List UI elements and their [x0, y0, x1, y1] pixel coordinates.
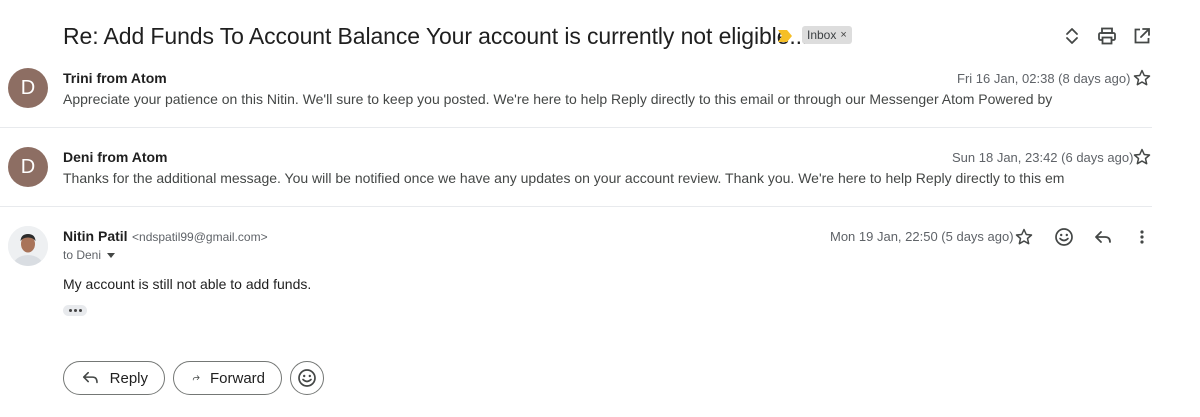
sender-email: <ndspatil99@gmail.com> — [132, 230, 268, 244]
forward-button[interactable]: Forward — [173, 361, 282, 395]
importance-marker-icon[interactable] — [778, 29, 792, 42]
forward-button-label: Forward — [209, 369, 265, 387]
emoji-icon[interactable] — [1054, 227, 1074, 247]
message-date: Fri 16 Jan, 02:38 (8 days ago) — [957, 71, 1131, 86]
print-icon[interactable] — [1096, 25, 1118, 47]
avatar[interactable]: D — [8, 147, 48, 187]
message-divider — [0, 127, 1152, 128]
avatar-photo[interactable] — [8, 226, 48, 266]
email-subject: Re: Add Funds To Account Balance Your ac… — [63, 23, 809, 49]
open-in-new-window-icon[interactable] — [1131, 25, 1153, 47]
reply-button[interactable]: Reply — [63, 361, 165, 395]
message-date: Sun 18 Jan, 23:42 (6 days ago) — [952, 150, 1134, 165]
label-chip-inbox: Inbox × — [802, 26, 852, 44]
recipients-text: to Deni — [63, 248, 102, 262]
more-vert-icon[interactable] — [1132, 227, 1152, 247]
emoji-reaction-button[interactable] — [290, 361, 324, 395]
ellipsis-icon[interactable] — [63, 305, 87, 316]
emoji-icon — [298, 369, 316, 387]
message-snippet[interactable]: Appreciate your patience on this Nitin. … — [63, 91, 1052, 107]
avatar[interactable]: D — [8, 68, 48, 108]
sender-name: Trini from Atom — [63, 70, 167, 86]
message-date: Mon 19 Jan, 22:50 (5 days ago) — [830, 229, 1014, 244]
star-icon[interactable] — [1132, 147, 1152, 167]
reply-icon[interactable] — [1093, 227, 1113, 247]
recipients-toggle[interactable]: to Deni — [63, 248, 116, 262]
expanded-header: Nitin Patil <ndspatil99@gmail.com> — [63, 228, 268, 246]
dropdown-caret-icon — [107, 252, 116, 258]
message-body: My account is still not able to add fund… — [63, 276, 312, 292]
reply-icon — [82, 371, 98, 384]
sender-name: Nitin Patil — [63, 228, 128, 244]
reply-button-label: Reply — [109, 369, 148, 387]
sender-name: Deni from Atom — [63, 149, 168, 165]
expand-collapse-icon[interactable] — [1061, 25, 1083, 47]
message-snippet[interactable]: Thanks for the additional message. You w… — [63, 170, 1064, 186]
star-icon[interactable] — [1132, 68, 1152, 88]
forward-icon — [192, 375, 200, 381]
remove-label-icon[interactable]: × — [840, 26, 846, 44]
star-icon[interactable] — [1014, 227, 1034, 247]
label-chip-text: Inbox — [807, 28, 837, 42]
message-divider — [0, 206, 1152, 207]
